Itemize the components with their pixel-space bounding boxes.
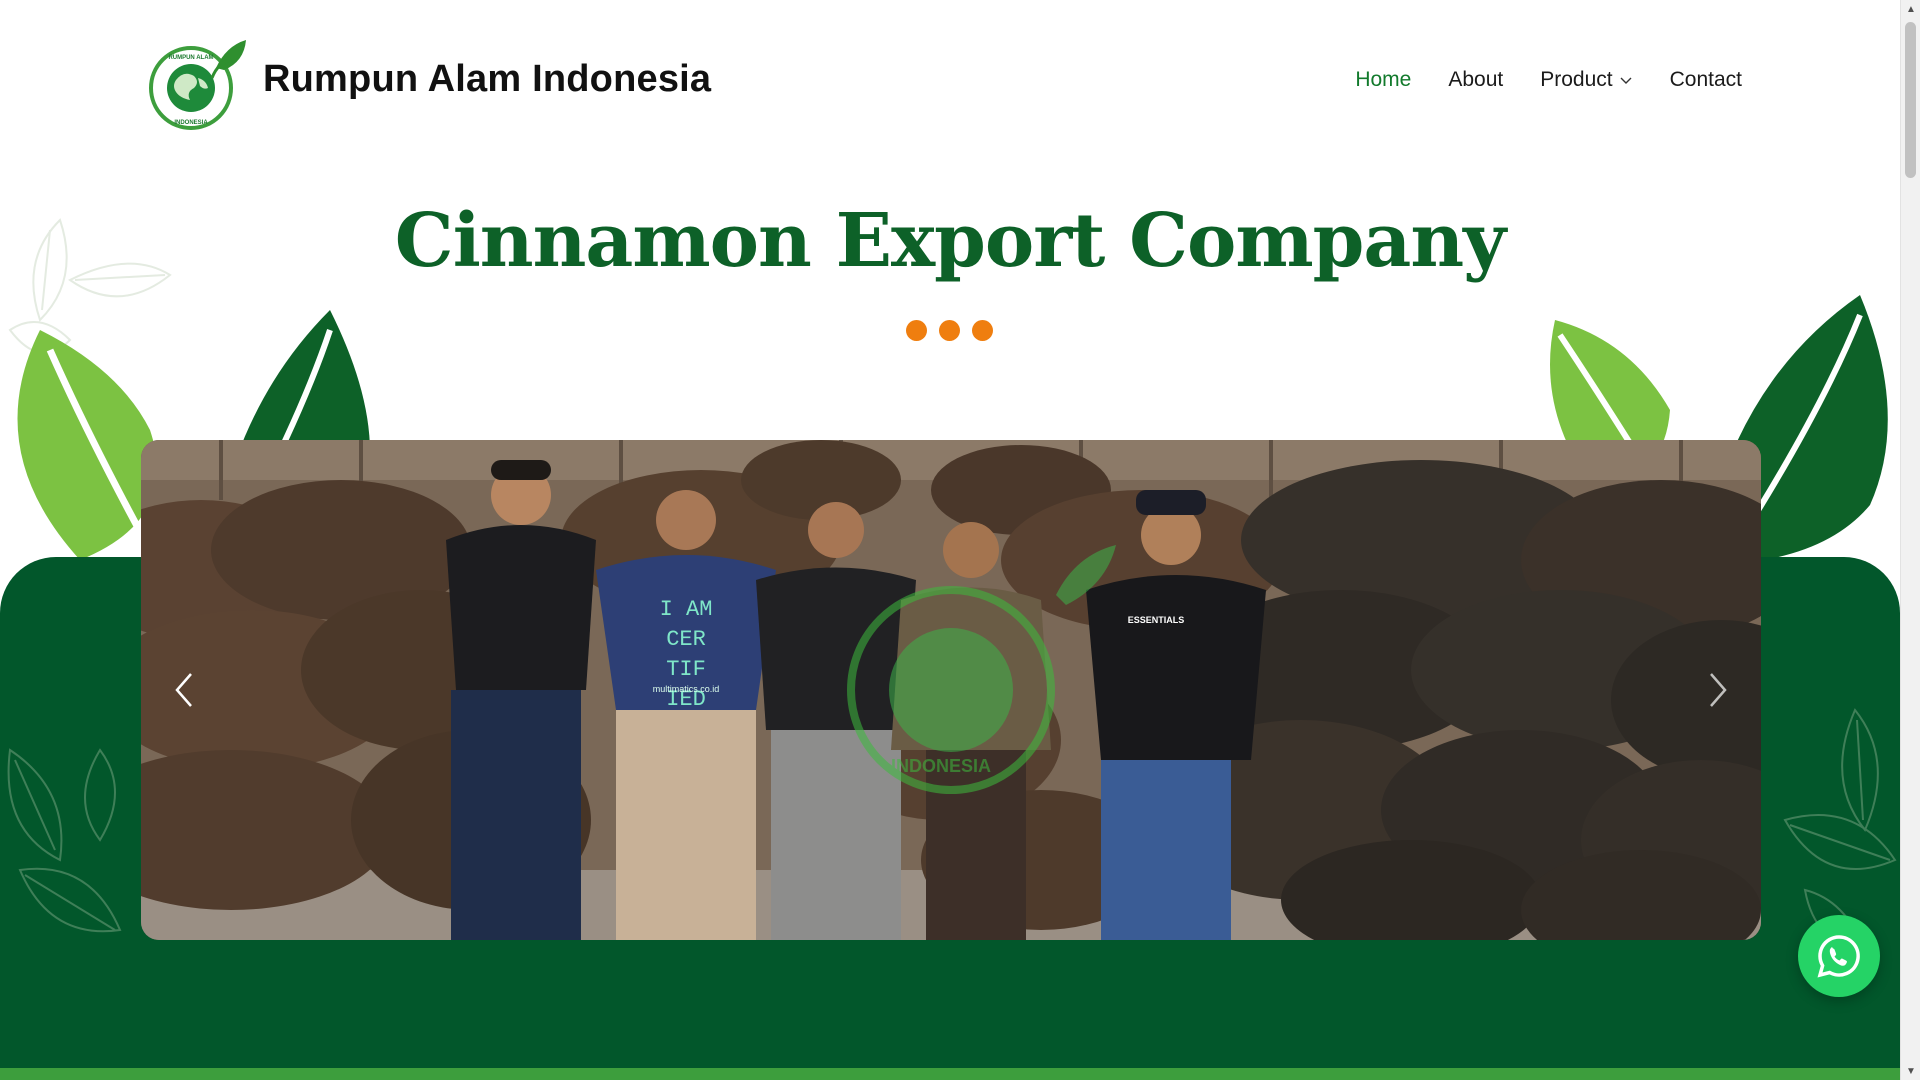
scroll-down-arrow-icon[interactable]: ▼ [1901,1062,1920,1080]
whatsapp-chat-button[interactable] [1798,915,1880,997]
nav-contact-label: Contact [1669,68,1742,91]
svg-text:INDONESIA: INDONESIA [174,120,208,126]
svg-text:TIF: TIF [666,657,706,682]
svg-text:ESSENTIALS: ESSENTIALS [1128,615,1185,625]
leaf-outline-decoration-bottom-left [7,748,122,933]
whatsapp-icon [1817,935,1860,978]
nav-home-label: Home [1355,68,1412,91]
divider-dot [906,320,927,341]
scroll-up-arrow-icon[interactable]: ▲ [1901,0,1920,18]
svg-text:INDONESIA: INDONESIA [891,756,991,776]
slider-next-button[interactable] [1693,665,1743,715]
cinnamon-warehouse-team-photo: I AM CER TIF IED multimatics.co.id ESSEN… [141,440,1761,940]
divider-dot [972,320,993,341]
main-nav: Home About Product Contact [1355,68,1742,92]
nav-product[interactable]: Product [1540,68,1632,92]
chevron-left-icon [175,673,192,707]
page-scrollbar[interactable]: ▲ ▼ [1900,0,1920,1080]
nav-contact[interactable]: Contact [1670,68,1742,92]
svg-text:CER: CER [666,627,706,652]
company-logo[interactable]: RUMPUN ALAM INDONESIA [146,38,252,132]
slider-prev-button[interactable] [159,665,209,715]
brand-name[interactable]: Rumpun Alam Indonesia [263,58,711,101]
nav-about-label: About [1448,68,1504,91]
scrollbar-thumb[interactable] [1905,22,1916,178]
bottom-accent-strip [0,1068,1900,1080]
divider-dot [939,320,960,341]
nav-home[interactable]: Home [1355,68,1411,92]
svg-text:multimatics.co.id: multimatics.co.id [653,684,720,694]
chevron-right-icon [1710,673,1727,707]
nav-about[interactable]: About [1448,68,1503,92]
hero-image-slider[interactable]: I AM CER TIF IED multimatics.co.id ESSEN… [141,440,1761,940]
chevron-down-icon [1620,77,1632,84]
hero-title: Cinnamon Export Company [394,198,1506,284]
site-header: RUMPUN ALAM INDONESIA Rumpun Alam Indone… [0,0,1900,160]
nav-product-label: Product [1540,68,1613,91]
svg-text:I AM: I AM [660,597,713,622]
title-divider-dots [906,320,993,341]
svg-text:RUMPUN ALAM: RUMPUN ALAM [168,55,213,61]
